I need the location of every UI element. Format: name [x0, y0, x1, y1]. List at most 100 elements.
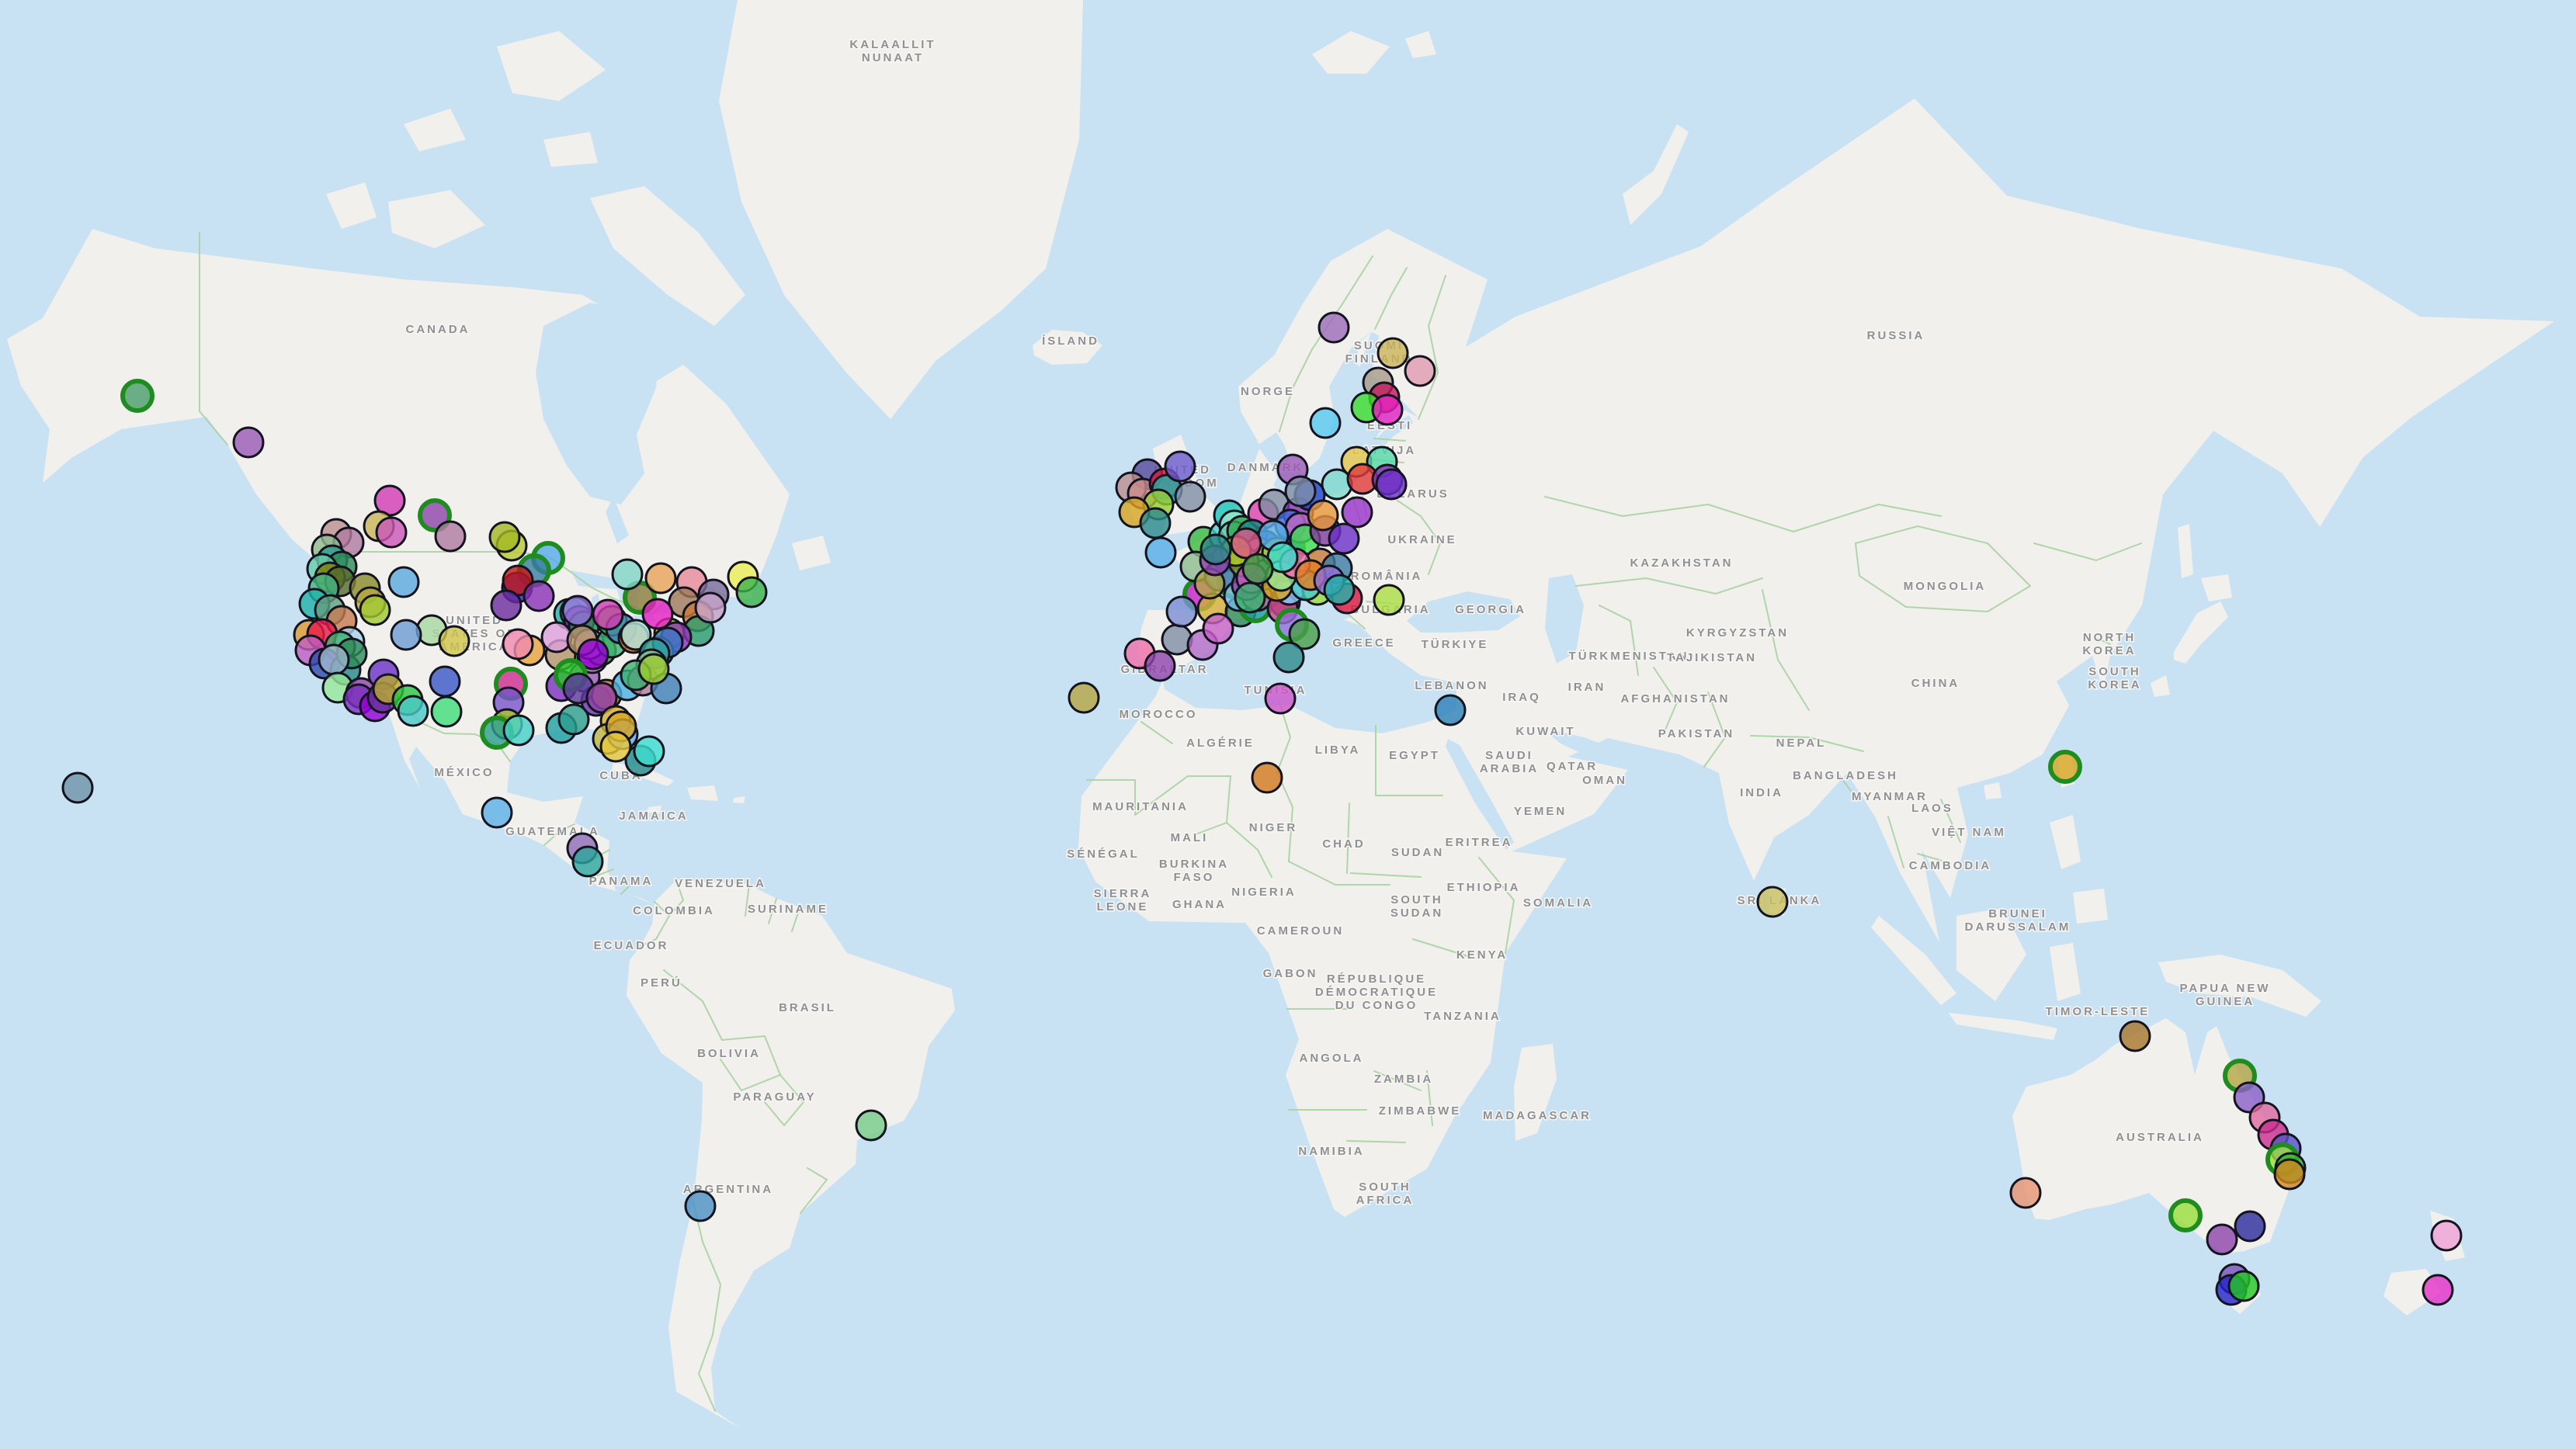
- map-marker[interactable]: [559, 705, 588, 734]
- map-marker[interactable]: [2050, 752, 2080, 782]
- country-label: NORTHKOREA: [2082, 631, 2136, 657]
- map-marker[interactable]: [1405, 356, 1435, 386]
- map-marker[interactable]: [377, 518, 406, 547]
- map-marker[interactable]: [2423, 1275, 2453, 1305]
- map-marker[interactable]: [1373, 395, 1402, 425]
- country-label: SOMALIA: [1523, 896, 1593, 910]
- map-marker[interactable]: [856, 1111, 886, 1140]
- country-label: CANADA: [406, 323, 470, 336]
- map-marker[interactable]: [360, 595, 390, 625]
- map-marker[interactable]: [1243, 554, 1272, 584]
- map-marker[interactable]: [613, 560, 642, 589]
- map-marker[interactable]: [2229, 1271, 2258, 1301]
- map-marker[interactable]: [1265, 684, 1295, 713]
- map-marker[interactable]: [123, 381, 152, 411]
- country-label: MALI: [1171, 831, 1209, 844]
- map-marker[interactable]: [319, 645, 349, 674]
- map-marker[interactable]: [482, 798, 512, 827]
- map-marker[interactable]: [439, 626, 469, 656]
- country-label: CHAD: [1322, 837, 1365, 851]
- map-marker[interactable]: [1324, 575, 1354, 605]
- map-marker[interactable]: [391, 620, 421, 650]
- map-marker[interactable]: [1374, 585, 1404, 615]
- map-marker[interactable]: [1145, 651, 1175, 681]
- map-marker[interactable]: [573, 847, 602, 876]
- map-marker[interactable]: [504, 716, 533, 745]
- map-marker[interactable]: [2120, 1021, 2150, 1051]
- map-marker[interactable]: [491, 591, 521, 620]
- map-marker[interactable]: [2432, 1221, 2461, 1250]
- map-marker[interactable]: [234, 428, 263, 457]
- map-marker[interactable]: [2207, 1225, 2237, 1254]
- map-marker[interactable]: [563, 596, 592, 626]
- map-marker[interactable]: [1329, 524, 1359, 553]
- map-marker[interactable]: [1203, 614, 1233, 643]
- map-marker[interactable]: [432, 697, 461, 726]
- map-marker[interactable]: [1436, 695, 1465, 725]
- map-marker[interactable]: [490, 522, 519, 552]
- map-marker[interactable]: [1342, 497, 1372, 527]
- map-marker[interactable]: [1069, 683, 1099, 712]
- country-label: AUSTRALIA: [2116, 1131, 2204, 1144]
- country-label: IRAQ: [1502, 691, 1541, 704]
- map-marker[interactable]: [503, 629, 533, 659]
- country-label: NIGER: [1249, 821, 1298, 834]
- map-marker[interactable]: [1167, 597, 1196, 626]
- map-marker[interactable]: [1378, 338, 1408, 368]
- map-marker[interactable]: [1165, 452, 1195, 481]
- map-marker[interactable]: [1140, 508, 1170, 538]
- country-label: NAMIBIA: [1298, 1145, 1364, 1158]
- map-marker[interactable]: [430, 667, 460, 696]
- country-label: TÜRKIYE: [1422, 638, 1489, 651]
- map-marker[interactable]: [1319, 313, 1349, 342]
- country-label: ERITREA: [1446, 836, 1513, 849]
- map-marker[interactable]: [1252, 763, 1282, 792]
- map-marker[interactable]: [2235, 1212, 2265, 1241]
- map-marker[interactable]: [1758, 887, 1787, 917]
- map-marker[interactable]: [1274, 643, 1304, 672]
- country-label: PARAGUAY: [733, 1090, 816, 1104]
- map-marker[interactable]: [1201, 535, 1231, 564]
- map-marker[interactable]: [601, 732, 630, 761]
- country-label: PERÚ: [641, 976, 682, 990]
- map-marker[interactable]: [389, 567, 418, 597]
- country-label: LIBYA: [1315, 744, 1361, 757]
- country-label: CHINA: [1911, 677, 1960, 690]
- map-marker[interactable]: [639, 654, 668, 684]
- country-label: MAURITANIA: [1092, 800, 1189, 813]
- map-marker[interactable]: [1308, 501, 1338, 530]
- map-marker[interactable]: [696, 593, 725, 622]
- map-marker[interactable]: [398, 696, 428, 726]
- map-marker[interactable]: [634, 737, 664, 766]
- country-label: KAZAKHSTAN: [1630, 556, 1733, 570]
- map-marker[interactable]: [63, 773, 92, 802]
- map-marker[interactable]: [593, 600, 623, 629]
- map-marker[interactable]: [2011, 1178, 2040, 1208]
- map-marker[interactable]: [1377, 470, 1406, 499]
- country-label: NORGE: [1241, 385, 1295, 398]
- country-label: ANGOLA: [1300, 1052, 1364, 1065]
- country-label: IRAN: [1568, 681, 1606, 694]
- map-marker[interactable]: [646, 563, 675, 593]
- map-marker[interactable]: [1146, 538, 1175, 567]
- map-marker[interactable]: [1311, 408, 1340, 438]
- map-marker[interactable]: [1175, 482, 1205, 511]
- map-marker[interactable]: [737, 577, 766, 607]
- world-map[interactable]: KALAALLITNUNAATCANADAUNITEDSTATES OFAMER…: [0, 0, 2576, 1449]
- map-marker[interactable]: [2275, 1160, 2304, 1189]
- country-label: SIERRALEONE: [1094, 887, 1152, 913]
- country-label: TANZANIA: [1424, 1010, 1502, 1023]
- map-marker[interactable]: [2171, 1201, 2200, 1230]
- country-label: ZAMBIA: [1374, 1073, 1433, 1086]
- map-marker[interactable]: [1162, 625, 1192, 654]
- country-label: TAJIKISTAN: [1667, 651, 1757, 664]
- country-label: ZIMBABWE: [1379, 1104, 1462, 1118]
- country-label: ÍSLAND: [1042, 335, 1099, 348]
- map-marker[interactable]: [686, 1191, 715, 1221]
- country-label: NIGERIA: [1231, 886, 1297, 899]
- map-marker[interactable]: [1235, 583, 1265, 612]
- map-marker[interactable]: [436, 522, 465, 551]
- map-marker[interactable]: [524, 581, 554, 611]
- map-marker[interactable]: [1286, 477, 1315, 506]
- country-label: VIỆT NAM: [1932, 825, 2006, 839]
